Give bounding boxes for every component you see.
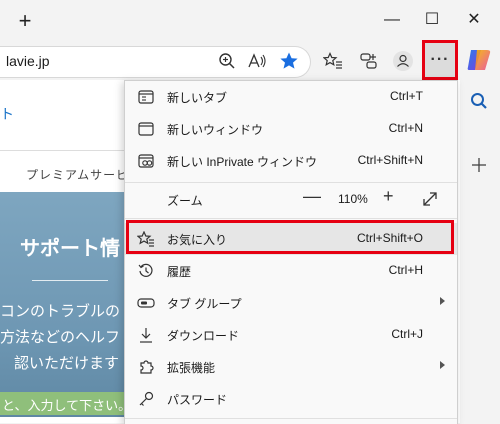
menu-item-tab-groups[interactable]: タブ グループ bbox=[125, 287, 457, 319]
inprivate-icon bbox=[137, 152, 155, 170]
zoom-in-button[interactable]: + bbox=[383, 186, 394, 207]
edge-sidebar bbox=[460, 42, 500, 423]
menu-item-label: 新しい InPrivate ウィンドウ bbox=[167, 155, 318, 169]
menu-separator bbox=[125, 418, 457, 419]
favorites-icon bbox=[137, 230, 155, 248]
menu-item-label: ダウンロード bbox=[167, 329, 240, 343]
search-strip[interactable]: と、入力して下さい。 bbox=[0, 392, 132, 415]
toolbar: lavie.jp bbox=[0, 42, 460, 80]
new-tab-button[interactable]: + bbox=[14, 10, 36, 32]
favorites-bar-icon[interactable] bbox=[320, 48, 346, 74]
support-hero: サポート情 コンのトラブルの 方法などのヘルフ 認いただけます bbox=[0, 192, 130, 417]
hero-title: サポート情 bbox=[20, 238, 120, 260]
maximize-button[interactable]: ☐ bbox=[418, 8, 446, 32]
favorite-star-icon[interactable] bbox=[276, 48, 302, 74]
menu-item-label: お気に入り bbox=[167, 233, 228, 247]
profile-icon[interactable] bbox=[390, 48, 416, 74]
address-bar[interactable]: lavie.jp bbox=[0, 46, 311, 78]
menu-item-downloads[interactable]: ダウンロード Ctrl+J bbox=[125, 319, 457, 351]
menu-shortcut: Ctrl+H bbox=[388, 263, 423, 277]
extensions-icon bbox=[137, 358, 155, 376]
expand-icon[interactable] bbox=[421, 190, 439, 208]
more-button[interactable]: ··· bbox=[422, 40, 458, 80]
menu-item-zoom: ズーム — 110% + bbox=[125, 184, 457, 216]
menu-item-label: 履歴 bbox=[167, 265, 192, 279]
new-tab-icon bbox=[137, 88, 155, 106]
new-window-icon bbox=[137, 120, 155, 138]
menu-item-history[interactable]: 履歴 Ctrl+H bbox=[125, 255, 457, 287]
menu-item-new-tab[interactable]: 新しいタブ Ctrl+T bbox=[125, 81, 457, 113]
hero-line: 方法などのヘルフ bbox=[0, 329, 121, 346]
collections-icon[interactable] bbox=[356, 48, 382, 74]
menu-shortcut: Ctrl+T bbox=[390, 89, 423, 103]
hero-rule bbox=[32, 280, 108, 281]
submenu-arrow-icon bbox=[440, 297, 445, 305]
search-hint: と、入力して下さい。 bbox=[2, 398, 132, 413]
menu-shortcut: Ctrl+N bbox=[388, 121, 423, 135]
menu-item-label: 拡張機能 bbox=[167, 361, 216, 375]
menu-item-inprivate[interactable]: 新しい InPrivate ウィンドウ Ctrl+Shift+N bbox=[125, 145, 457, 177]
menu-shortcut: Ctrl+J bbox=[391, 327, 423, 341]
menu-item-new-window[interactable]: 新しいウィンドウ Ctrl+N bbox=[125, 113, 457, 145]
menu-item-label: 新しいタブ bbox=[167, 91, 228, 105]
minimize-button[interactable]: — bbox=[378, 8, 406, 32]
add-sidebar-icon[interactable] bbox=[466, 152, 492, 178]
menu-shortcut: Ctrl+Shift+O bbox=[356, 231, 423, 245]
zoom-out-button[interactable]: — bbox=[303, 186, 321, 207]
menu-item-label: タブ グループ bbox=[167, 297, 242, 311]
menu-item-passwords[interactable]: パスワード bbox=[125, 383, 457, 415]
zoom-level: 110% bbox=[338, 192, 368, 206]
settings-menu: 新しいタブ Ctrl+T 新しいウィンドウ Ctrl+N 新しい InPriva… bbox=[124, 80, 458, 424]
hero-line: 認いただけます bbox=[14, 355, 120, 372]
tab-groups-icon bbox=[137, 294, 155, 312]
address-text: lavie.jp bbox=[6, 53, 50, 69]
search-icon[interactable] bbox=[466, 88, 492, 114]
menu-separator bbox=[125, 182, 457, 183]
download-icon bbox=[137, 326, 155, 344]
menu-item-label: 新しいウィンドウ bbox=[167, 123, 264, 137]
read-aloud-icon[interactable] bbox=[244, 48, 270, 74]
submenu-arrow-icon bbox=[440, 361, 445, 369]
menu-shortcut: Ctrl+Shift+N bbox=[357, 153, 423, 167]
menu-item-label: パスワード bbox=[167, 393, 228, 407]
menu-separator bbox=[125, 218, 457, 219]
password-icon bbox=[137, 390, 155, 408]
page-link[interactable]: ト bbox=[0, 104, 14, 124]
tab-strip: + — ☐ ✕ bbox=[0, 0, 500, 42]
zoom-icon[interactable] bbox=[214, 48, 240, 74]
close-button[interactable]: ✕ bbox=[460, 8, 488, 32]
divider bbox=[0, 150, 130, 151]
premium-service-nav[interactable]: プレミアムサービ bbox=[26, 166, 129, 183]
menu-item-extensions[interactable]: 拡張機能 bbox=[125, 351, 457, 383]
copilot-icon[interactable] bbox=[465, 46, 493, 74]
menu-item-label: ズーム bbox=[167, 194, 203, 208]
menu-item-favorites[interactable]: お気に入り Ctrl+Shift+O bbox=[125, 223, 457, 255]
hero-line: コンのトラブルの bbox=[0, 303, 121, 320]
history-icon bbox=[137, 262, 155, 280]
